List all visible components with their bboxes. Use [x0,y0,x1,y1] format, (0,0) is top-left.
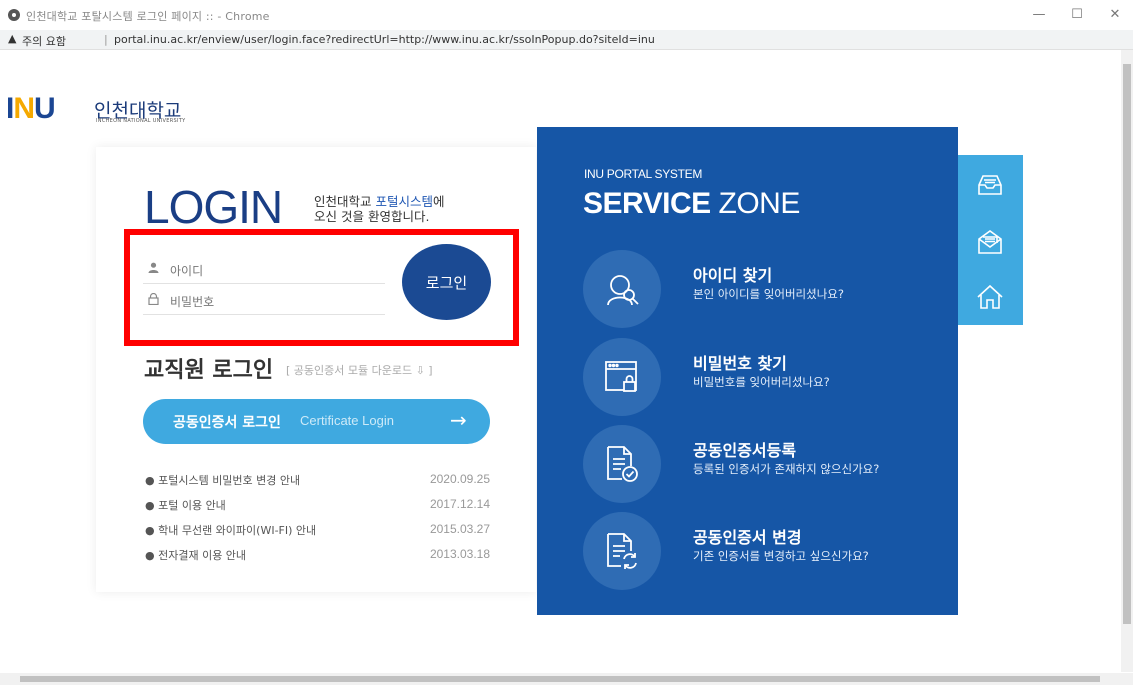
address-separator: | [104,33,108,46]
notice-date: 2017.12.14 [429,497,490,511]
warning-icon: ▲ [8,32,17,45]
horizontal-scroll-thumb[interactable] [20,676,1100,682]
browser-titlebar: 인천대학교 포탈시스템 로그인 페이지 :: - Chrome — ☐ ✕ [0,0,1133,30]
url-text[interactable]: portal.inu.ac.kr/enview/user/login.face?… [114,33,655,46]
vertical-scroll-thumb[interactable] [1123,64,1131,624]
service-zone-subtitle: INU PORTAL SYSTEM [584,167,703,181]
change-certificate-link[interactable]: 공동인증서 변경 기존 인증서를 변경하고 싶으신가요? [583,512,943,592]
window-title: 인천대학교 포탈시스템 로그인 페이지 :: - Chrome [26,10,270,23]
document-refresh-icon [583,512,661,590]
window-lock-icon [583,338,661,416]
address-bar[interactable]: ▲ 주의 요함 | portal.inu.ac.kr/enview/user/l… [0,30,1133,50]
service-title: 공동인증서등록 [693,441,797,460]
university-name-english: INCHEON NATIONAL UNIVERSITY [96,118,186,124]
welcome-message: 인천대학교 포털시스템에 오신 것을 환영합니다. [314,194,445,224]
notice-date: 2015.03.27 [429,522,490,536]
notice-item[interactable]: ● 학내 무선랜 와이파이(WI-FI) 안내 2015.03.27 [145,522,490,538]
inbox-tray-icon[interactable] [976,171,1004,199]
inu-logo-mark: INU [6,92,56,125]
maximize-button[interactable]: ☐ [1066,5,1088,25]
notice-title: ● 포털시스템 비밀번호 변경 안내 [145,474,301,487]
find-id-link[interactable]: 아이디 찾기 본인 아이디를 잊어버리셨나요? [583,250,943,330]
service-title: 비밀번호 찾기 [693,354,787,373]
register-certificate-link[interactable]: 공동인증서등록 등록된 인증서가 존재하지 않으신가요? [583,425,943,505]
notice-title: ● 포털 이용 안내 [145,499,226,512]
service-description: 등록된 인증서가 존재하지 않으신가요? [693,462,880,476]
document-check-icon [583,425,661,503]
notice-date: 2020.09.25 [429,472,490,486]
close-window-button[interactable]: ✕ [1104,5,1126,25]
security-status[interactable]: 주의 요함 [22,33,66,49]
notice-item[interactable]: ● 포털 이용 안내 2017.12.14 [145,497,490,513]
user-search-icon [583,250,661,328]
service-title: 아이디 찾기 [693,266,773,285]
notice-title: ● 전자결재 이용 안내 [145,549,247,562]
service-description: 본인 아이디를 잊어버리셨나요? [693,287,844,301]
service-description: 기존 인증서를 변경하고 싶으신가요? [693,549,869,563]
notice-title: ● 학내 무선랜 와이파이(WI-FI) 안내 [145,524,317,537]
home-icon[interactable] [976,283,1004,311]
notice-item[interactable]: ● 포털시스템 비밀번호 변경 안내 2020.09.25 [145,472,490,488]
service-description: 비밀번호를 잊어버리셨나요? [693,375,830,389]
staff-login-title: 교직원 로그인 [144,358,274,383]
find-password-link[interactable]: 비밀번호 찾기 비밀번호를 잊어버리셨나요? [583,338,943,418]
quick-links-bar [958,155,1023,325]
arrow-right-icon: → [450,408,467,432]
certificate-login-label: 공동인증서 로그인 [173,415,281,431]
vertical-scrollbar[interactable] [1121,50,1133,672]
notice-item[interactable]: ● 전자결재 이용 안내 2013.03.18 [145,547,490,563]
login-title: LOGIN [144,181,283,233]
notice-date: 2013.03.18 [429,547,490,561]
highlight-box [124,229,519,346]
service-zone-title: SERVICE ZONE [583,187,800,220]
chrome-icon [8,9,20,21]
certificate-module-download-link[interactable]: [ 공동인증서 모듈 다운로드 ⇩ ] [286,362,433,378]
horizontal-scrollbar[interactable] [0,673,1133,685]
service-zone-panel: INU PORTAL SYSTEM SERVICE ZONE 아이디 찾기 본인… [537,127,958,615]
minimize-button[interactable]: — [1028,5,1050,25]
mail-icon[interactable] [976,228,1004,256]
certificate-login-english-label: Certificate Login [300,413,394,428]
service-title: 공동인증서 변경 [693,528,802,547]
certificate-login-button[interactable]: 공동인증서 로그인 Certificate Login → [143,399,490,444]
